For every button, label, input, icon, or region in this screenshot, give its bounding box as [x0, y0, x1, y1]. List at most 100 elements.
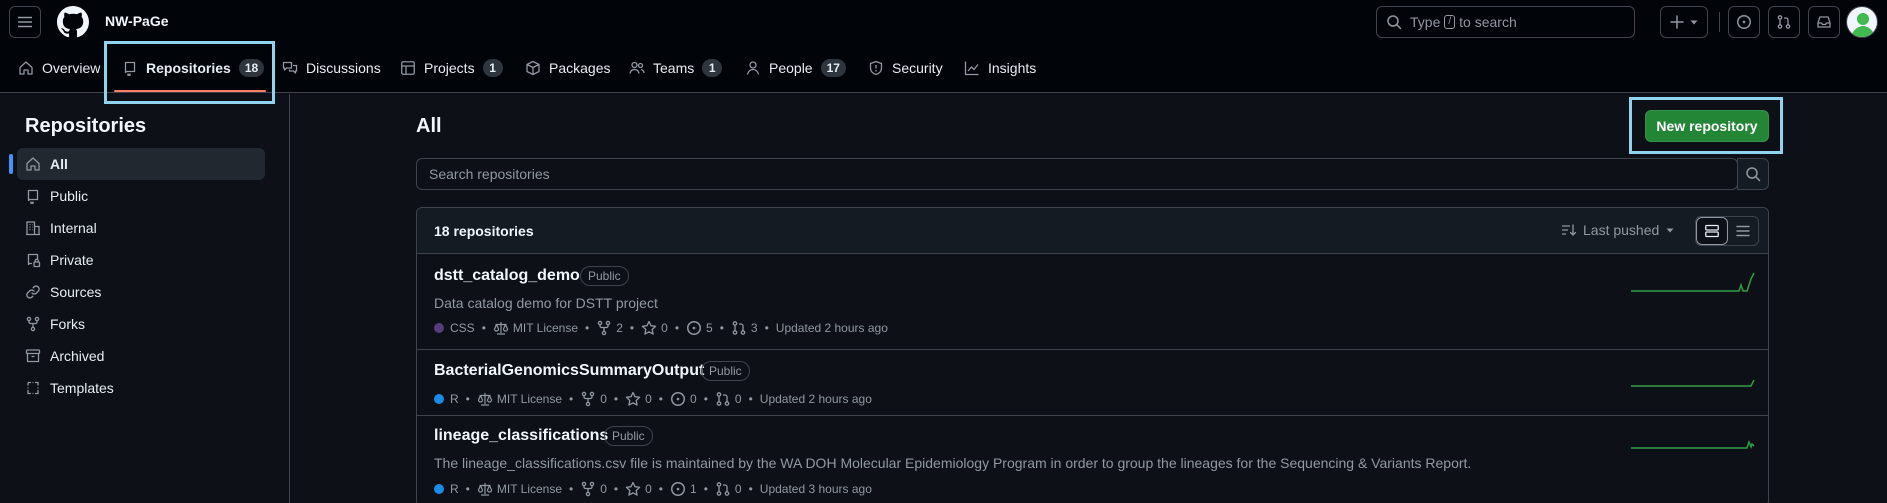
issues-count[interactable]: 0	[690, 392, 697, 406]
stars-count[interactable]: 0	[661, 321, 668, 335]
repository-meta: R • MIT License • 0 • 0 • 0 • 0 • Update…	[434, 391, 872, 407]
repositories-sidebar: Repositories All Public Internal Private…	[0, 94, 290, 503]
search-prefix-text: Type	[1410, 14, 1441, 30]
license-label[interactable]: MIT License	[497, 482, 562, 496]
tab-counter: 17	[820, 59, 846, 77]
shield-icon	[869, 60, 883, 76]
create-new-button[interactable]	[1660, 6, 1708, 38]
updated-time: Updated 3 hours ago	[759, 482, 872, 496]
github-logo-icon[interactable]	[57, 6, 89, 38]
tab-label: Discussions	[306, 60, 381, 76]
tab-insights[interactable]: Insights	[956, 52, 1044, 84]
star-icon	[641, 320, 657, 335]
repository-search-input[interactable]: Search repositories	[416, 158, 1738, 190]
org-name-link[interactable]: NW-PaGe	[105, 13, 169, 29]
repository-name-link[interactable]: dstt_catalog_demo	[434, 267, 580, 285]
repository-description: The lineage_classifications.csv file is …	[434, 455, 1472, 471]
archive-icon	[25, 349, 41, 363]
sidebar-item-public[interactable]: Public	[17, 180, 265, 212]
sort-dropdown[interactable]: Last pushed	[1561, 222, 1675, 238]
global-search-input[interactable]: Type / to search	[1376, 6, 1635, 38]
sidebar-item-label: Public	[50, 188, 89, 204]
law-icon	[477, 393, 492, 406]
inbox-button[interactable]	[1808, 6, 1840, 38]
separator: •	[748, 482, 753, 496]
tab-packages[interactable]: Packages	[517, 52, 618, 84]
visibility-badge: Public	[580, 266, 629, 286]
issue-opened-icon	[687, 321, 702, 335]
separator: •	[585, 321, 590, 335]
forks-count[interactable]: 0	[600, 392, 607, 406]
menu-button[interactable]	[9, 6, 41, 38]
tab-label: People	[769, 60, 813, 76]
git-pull-request-icon	[1777, 15, 1791, 29]
git-pull-request-icon	[732, 321, 746, 335]
issues-button[interactable]	[1728, 6, 1760, 38]
tab-teams[interactable]: Teams 1	[621, 52, 730, 84]
tab-label: Teams	[653, 60, 695, 76]
tab-label: Security	[892, 60, 943, 76]
license-label[interactable]: MIT License	[497, 392, 562, 406]
search-shortcut-key: /	[1444, 15, 1456, 29]
repo-icon	[27, 189, 39, 204]
card-view-button[interactable]	[1696, 217, 1728, 245]
repository-search-button[interactable]	[1737, 158, 1769, 190]
separator: •	[719, 321, 724, 335]
separator: •	[674, 321, 680, 335]
sidebar-item-internal[interactable]: Internal	[17, 212, 265, 244]
forks-count[interactable]: 0	[600, 482, 607, 496]
sidebar-item-private[interactable]: Private	[17, 244, 265, 276]
repository-list: 18 repositories Last pushed dstt_catalog…	[416, 207, 1769, 503]
activity-sparkline-icon	[1631, 439, 1755, 450]
pull-requests-button[interactable]	[1768, 6, 1800, 38]
tab-projects[interactable]: Projects 1	[392, 52, 511, 84]
pull-requests-count[interactable]: 0	[735, 482, 742, 496]
triangle-down-icon	[1666, 228, 1674, 233]
issue-opened-icon	[671, 392, 685, 406]
hamburger-icon	[18, 16, 32, 28]
separator: •	[465, 392, 470, 406]
forks-count[interactable]: 2	[616, 321, 623, 335]
search-icon	[1746, 167, 1761, 182]
repository-name-link[interactable]: BacterialGenomicsSummaryOutput	[434, 362, 704, 380]
graph-icon	[964, 61, 979, 76]
tab-overview[interactable]: Overview	[10, 52, 108, 84]
global-header: NW-PaGe Type / to search	[0, 0, 1887, 44]
sidebar-item-label: Forks	[50, 316, 85, 332]
separator: •	[613, 392, 619, 406]
sidebar-item-label: All	[50, 156, 68, 172]
package-icon	[526, 60, 540, 76]
pull-requests-count[interactable]: 3	[751, 321, 758, 335]
pull-requests-count[interactable]: 0	[735, 392, 742, 406]
issues-count[interactable]: 1	[690, 482, 697, 496]
sidebar-item-archived[interactable]: Archived	[17, 340, 265, 372]
sidebar-item-sources[interactable]: Sources	[17, 276, 265, 308]
star-icon	[625, 391, 641, 406]
language-label: R	[450, 392, 459, 406]
license-label[interactable]: MIT License	[513, 321, 578, 335]
lock-repo-icon	[27, 253, 41, 268]
sidebar-item-forks[interactable]: Forks	[17, 308, 265, 340]
tab-discussions[interactable]: Discussions	[274, 52, 389, 84]
sidebar-item-all[interactable]: All	[9, 148, 265, 180]
stars-count[interactable]: 0	[645, 482, 652, 496]
link-icon	[26, 285, 40, 299]
list-view-button[interactable]	[1728, 217, 1758, 245]
table-icon	[401, 61, 415, 75]
user-avatar[interactable]	[1846, 6, 1878, 38]
sidebar-item-templates[interactable]: Templates	[17, 372, 265, 404]
visibility-badge: Public	[701, 361, 750, 381]
repository-count: 18 repositories	[434, 223, 534, 239]
separator: •	[703, 392, 708, 406]
repository-meta: R • MIT License • 0 • 0 • 1 • 0 • Update…	[434, 481, 872, 497]
tab-people[interactable]: People 17	[737, 52, 854, 84]
repository-name-link[interactable]: lineage_classifications	[434, 427, 608, 445]
inbox-icon	[1817, 16, 1831, 28]
git-pull-request-icon	[716, 482, 730, 496]
stars-count[interactable]: 0	[645, 392, 652, 406]
issue-opened-icon	[671, 482, 685, 496]
sidebar-title: Repositories	[25, 115, 147, 137]
tab-security[interactable]: Security	[860, 52, 951, 84]
issues-count[interactable]: 5	[706, 321, 713, 335]
tab-label: Insights	[988, 60, 1037, 76]
